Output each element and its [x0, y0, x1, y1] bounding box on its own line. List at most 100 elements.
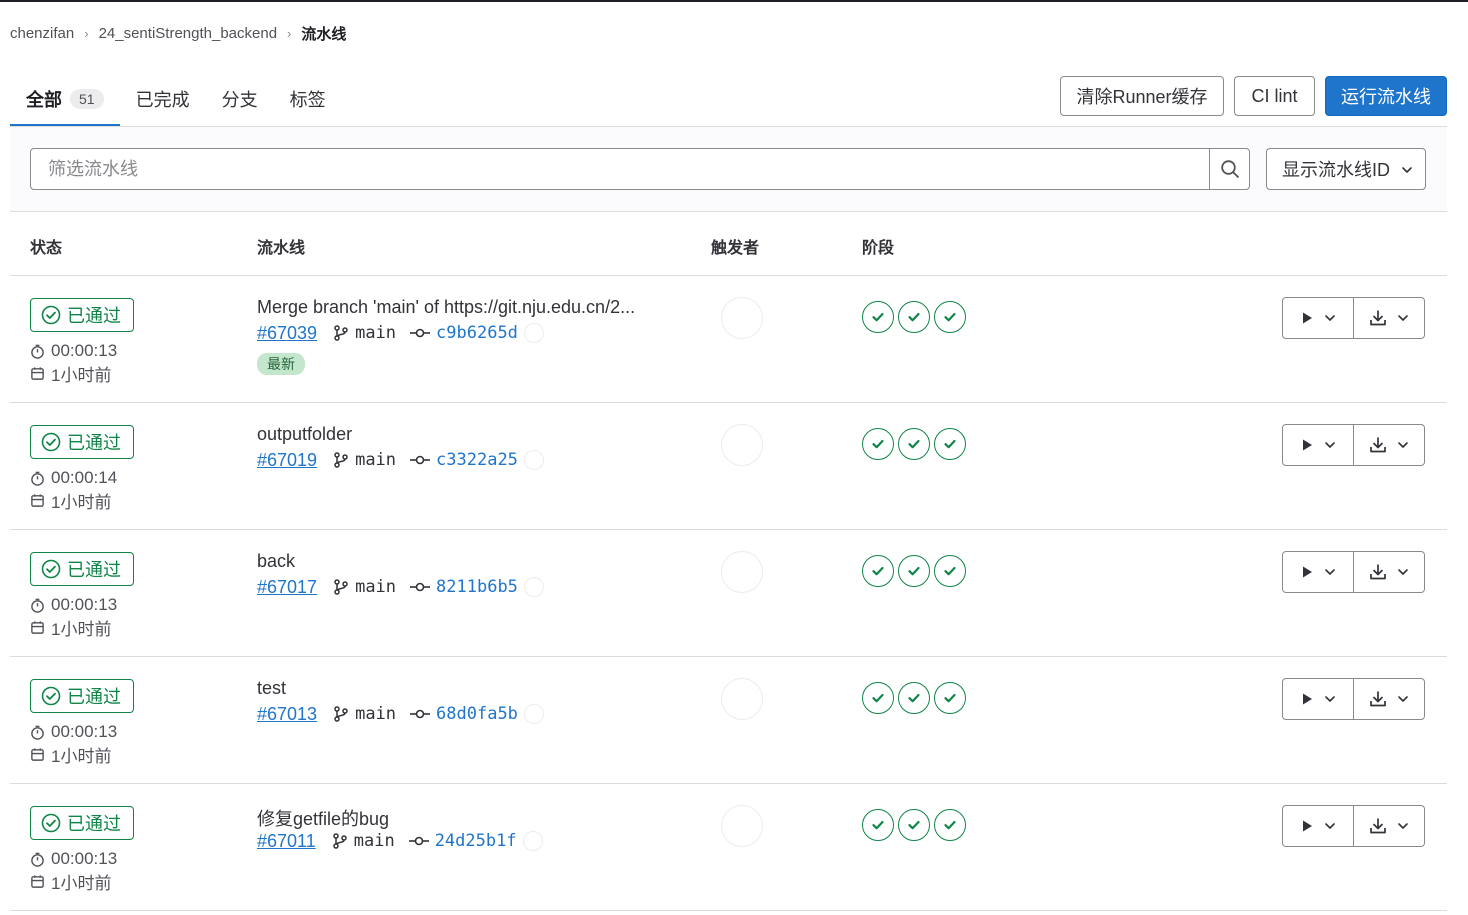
stage-status-button[interactable] — [898, 809, 930, 841]
pipeline-id-link[interactable]: #67039 — [257, 323, 317, 344]
stage-status-button[interactable] — [862, 301, 894, 333]
download-artifacts-dropdown[interactable] — [1354, 678, 1425, 720]
status-success-icon — [944, 566, 956, 576]
stage-status-button[interactable] — [898, 682, 930, 714]
commit-author-avatar[interactable] — [522, 831, 543, 851]
breadcrumb-item-project[interactable]: 24_sentiStrength_backend — [99, 25, 277, 42]
manual-actions-dropdown[interactable] — [1282, 678, 1354, 720]
status-passed-badge[interactable]: 已通过 — [30, 425, 134, 459]
stage-status-button[interactable] — [862, 809, 894, 841]
play-icon — [1303, 693, 1312, 705]
calendar-icon — [31, 875, 44, 888]
triggerer-avatar[interactable] — [721, 551, 763, 593]
tab-tags[interactable]: 标签 — [274, 70, 342, 127]
stage-status-button[interactable] — [862, 428, 894, 460]
triggerer-avatar[interactable] — [721, 678, 763, 720]
pipeline-id-link[interactable]: #67019 — [257, 450, 317, 471]
timer-icon — [31, 725, 44, 740]
commit-sha-link[interactable]: 8211b6b5 — [436, 577, 518, 597]
branch-name[interactable]: main — [355, 704, 396, 724]
run-pipeline-button[interactable]: 运行流水线 — [1325, 76, 1447, 116]
play-icon — [1303, 439, 1312, 451]
chevron-down-icon — [1325, 442, 1335, 448]
commit-author-avatar[interactable] — [523, 577, 544, 597]
show-pipeline-id-dropdown[interactable]: 显示流水线ID — [1266, 148, 1426, 190]
pipeline-refs: #67039 main c9b6265d — [257, 322, 544, 344]
finished-at: 1小时前 — [30, 615, 111, 640]
pipeline-id-link[interactable]: #67017 — [257, 577, 317, 598]
triggerer-avatar[interactable] — [721, 424, 763, 466]
commit-icon — [410, 582, 431, 592]
status-success-icon — [908, 439, 920, 449]
manual-actions-dropdown[interactable] — [1282, 805, 1354, 847]
manual-actions-dropdown[interactable] — [1282, 297, 1354, 339]
commit-title[interactable]: outputfolder — [257, 424, 352, 445]
search-button[interactable] — [1209, 148, 1250, 190]
stage-status-button[interactable] — [898, 428, 930, 460]
branch-name[interactable]: main — [355, 323, 396, 343]
status-passed-badge[interactable]: 已通过 — [30, 552, 134, 586]
manual-actions-dropdown[interactable] — [1282, 551, 1354, 593]
row-actions — [1282, 678, 1425, 720]
show-pipeline-id-label: 显示流水线ID — [1282, 160, 1390, 180]
clear-runner-cache-button[interactable]: 清除Runner缓存 — [1060, 76, 1224, 116]
duration: 00:00:13 — [30, 341, 117, 361]
triggerer-avatar[interactable] — [721, 297, 763, 339]
status-passed-badge[interactable]: 已通过 — [30, 806, 134, 840]
triggerer-avatar[interactable] — [721, 805, 763, 847]
stage-status-button[interactable] — [898, 301, 930, 333]
stage-status-button[interactable] — [934, 428, 966, 460]
stage-status-button[interactable] — [898, 555, 930, 587]
commit-sha-link[interactable]: c3322a25 — [436, 450, 518, 470]
status-success-icon — [872, 820, 884, 830]
stage-status-button[interactable] — [862, 682, 894, 714]
status-passed-badge[interactable]: 已通过 — [30, 679, 134, 713]
branch-name[interactable]: main — [355, 577, 396, 597]
tab-tags-label: 标签 — [289, 89, 326, 110]
stage-status-button[interactable] — [934, 809, 966, 841]
calendar-icon — [31, 494, 44, 507]
manual-actions-dropdown[interactable] — [1282, 424, 1354, 466]
timer-icon — [31, 598, 44, 613]
filter-pipelines-input[interactable] — [30, 148, 1210, 190]
commit-title[interactable]: 修复getfile的bug — [257, 805, 389, 831]
status-passed-badge[interactable]: 已通过 — [30, 298, 134, 332]
duration: 00:00:13 — [30, 722, 117, 742]
download-artifacts-dropdown[interactable] — [1354, 424, 1425, 466]
commit-sha-link[interactable]: 68d0fa5b — [436, 704, 518, 724]
stage-status-button[interactable] — [934, 682, 966, 714]
commit-author-avatar[interactable] — [523, 450, 544, 470]
commit-author-avatar[interactable] — [523, 704, 544, 724]
ci-lint-button[interactable]: CI lint — [1234, 76, 1315, 116]
duration-value: 00:00:13 — [51, 722, 118, 741]
breadcrumb-separator-icon: › — [287, 25, 292, 41]
latest-badge: 最新 — [257, 353, 305, 375]
stage-status-button[interactable] — [862, 555, 894, 587]
commit-sha-link[interactable]: 24d25b1f — [435, 831, 517, 851]
commit-title[interactable]: test — [257, 678, 286, 699]
chevron-down-icon — [1398, 823, 1408, 829]
stage-status-button[interactable] — [934, 555, 966, 587]
check-circle-icon — [41, 813, 61, 833]
pipeline-id-link[interactable]: #67011 — [257, 831, 316, 852]
status-success-icon — [944, 312, 956, 322]
commit-author-avatar[interactable] — [523, 323, 544, 343]
check-circle-icon — [41, 432, 61, 452]
commit-title[interactable]: Merge branch 'main' of https://git.nju.e… — [257, 297, 635, 318]
branch-name[interactable]: main — [354, 831, 395, 851]
breadcrumb: chenzifan › 24_sentiStrength_backend › 流… — [10, 22, 346, 44]
chevron-down-icon — [1325, 569, 1335, 575]
commit-title[interactable]: back — [257, 551, 295, 572]
download-artifacts-dropdown[interactable] — [1354, 297, 1425, 339]
tab-branches[interactable]: 分支 — [206, 70, 274, 127]
pipeline-id-link[interactable]: #67013 — [257, 704, 317, 725]
breadcrumb-item-user[interactable]: chenzifan — [10, 25, 74, 42]
tab-all[interactable]: 全部 51 — [10, 70, 120, 127]
commit-sha-link[interactable]: c9b6265d — [436, 323, 518, 343]
status-success-icon — [872, 566, 884, 576]
branch-name[interactable]: main — [355, 450, 396, 470]
stage-status-button[interactable] — [934, 301, 966, 333]
download-artifacts-dropdown[interactable] — [1354, 551, 1425, 593]
tab-finished[interactable]: 已完成 — [120, 70, 206, 127]
download-artifacts-dropdown[interactable] — [1354, 805, 1425, 847]
